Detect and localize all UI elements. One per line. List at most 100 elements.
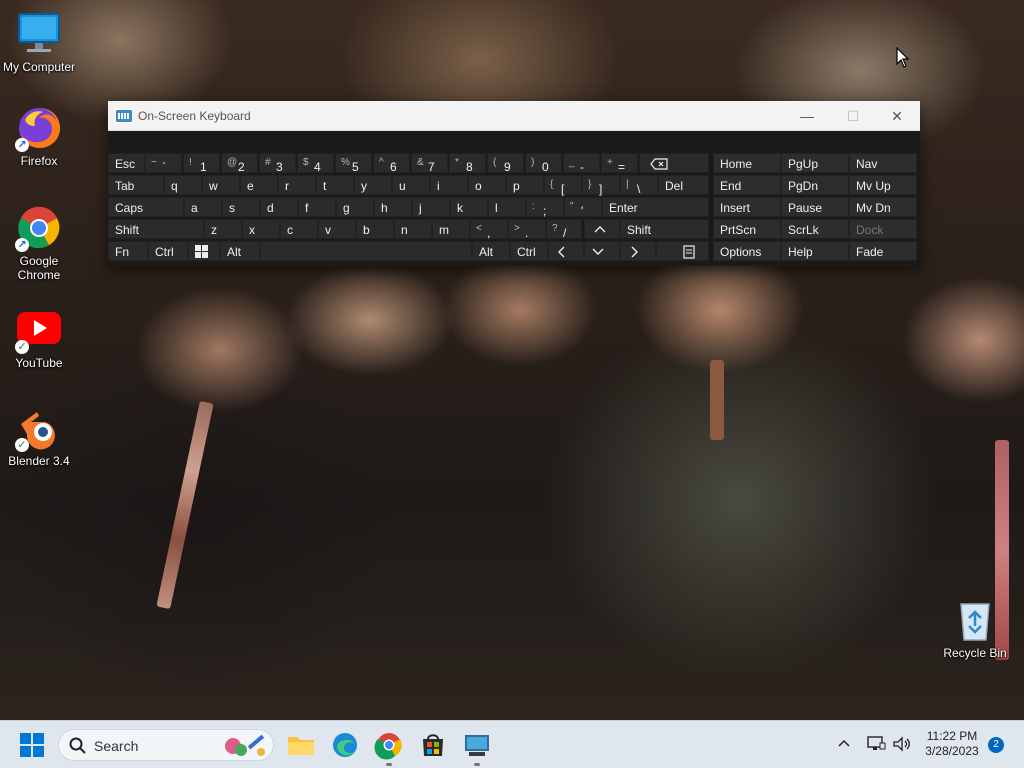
key-row2-0[interactable]: Tab [108, 175, 164, 195]
maximize-button[interactable]: ☐ [830, 101, 876, 131]
nav-key-options[interactable]: Options [713, 241, 781, 261]
key-row3-4[interactable]: f [298, 197, 336, 217]
key-row3-11[interactable]: " ' [564, 197, 602, 218]
key-5[interactable]: $4 [297, 153, 334, 174]
key-1[interactable]: ~ ` [145, 153, 182, 174]
key-row2-7[interactable]: u [392, 175, 430, 195]
key-row2-12[interactable]: }] [582, 175, 620, 196]
desktop-icon-my-computer[interactable]: My Computer [0, 10, 78, 74]
nav-key-end[interactable]: End [713, 175, 781, 195]
key-row2-9[interactable]: o [468, 175, 506, 195]
key-ctrl-right[interactable]: Ctrl [510, 241, 548, 261]
nav-key-pause[interactable]: Pause [781, 197, 849, 217]
key-row4-7[interactable]: m [432, 219, 470, 239]
key-11[interactable]: ) 0 [525, 153, 562, 174]
volume-icon[interactable] [892, 735, 912, 756]
network-icon[interactable] [866, 735, 886, 756]
desktop-icon-google-chrome[interactable]: ↗ Google Chrome [0, 204, 78, 282]
key-backspace[interactable] [639, 153, 709, 173]
close-button[interactable]: ✕ [874, 101, 920, 131]
key-7[interactable]: ^ 6 [373, 153, 410, 174]
taskbar-chrome[interactable] [373, 729, 405, 766]
nav-key-help[interactable]: Help [781, 241, 849, 261]
key-row3-9[interactable]: l [488, 197, 526, 217]
show-hidden-icons-button[interactable] [836, 735, 852, 754]
key-row3-1[interactable]: a [184, 197, 222, 217]
key-row2-5[interactable]: t [316, 175, 354, 195]
nav-key-pgup[interactable]: PgUp [781, 153, 849, 173]
key-row2-4[interactable]: r [278, 175, 316, 195]
key-ctrl-left[interactable]: Ctrl [148, 241, 188, 261]
key-arrow-down[interactable] [584, 241, 620, 261]
key-row4-9[interactable]: >. [508, 219, 546, 240]
key-row4-3[interactable]: c [280, 219, 318, 239]
key-row2-13[interactable]: | \ [620, 175, 658, 196]
key-row3-3[interactable]: d [260, 197, 298, 217]
key-row3-5[interactable]: g [336, 197, 374, 217]
key-row3-10[interactable]: :; [526, 197, 564, 218]
start-button[interactable] [16, 729, 48, 761]
nav-key-home[interactable]: Home [713, 153, 781, 173]
key-row3-12[interactable]: Enter [602, 197, 709, 217]
key-10[interactable]: (9 [487, 153, 524, 174]
key-row3-8[interactable]: k [450, 197, 488, 217]
nav-key-dock[interactable]: Dock [849, 219, 917, 239]
key-alt-right[interactable]: Alt [472, 241, 510, 261]
key-3[interactable]: @2 [221, 153, 258, 174]
desktop-icon-blender[interactable]: ✓ Blender 3.4 [0, 404, 78, 468]
key-row2-1[interactable]: q [164, 175, 202, 195]
key-4[interactable]: #3 [259, 153, 296, 174]
key-windows[interactable] [188, 241, 220, 261]
key-2[interactable]: ! 1 [183, 153, 220, 174]
key-9[interactable]: * 8 [449, 153, 486, 174]
nav-key-fade[interactable]: Fade [849, 241, 917, 261]
key-row2-11[interactable]: {[ [544, 175, 582, 196]
key-row2-14[interactable]: Del [658, 175, 709, 195]
on-screen-keyboard-window[interactable]: On-Screen Keyboard — ☐ ✕ Esc ~ `! 1 @2 #3 $4% 5… [108, 101, 920, 266]
desktop-icon-youtube[interactable]: ✓ YouTube [0, 306, 78, 370]
key-row4-10[interactable]: ? / [546, 219, 582, 240]
taskbar-on-screen-keyboard[interactable] [461, 729, 493, 766]
key-row2-3[interactable]: e [240, 175, 278, 195]
key-row4-4[interactable]: v [318, 219, 356, 239]
nav-key-pgdn[interactable]: PgDn [781, 175, 849, 195]
key-space[interactable] [260, 241, 472, 261]
key-row3-6[interactable]: h [374, 197, 412, 217]
key-12[interactable]: _ - [563, 153, 600, 174]
key-row3-7[interactable]: j [412, 197, 450, 217]
key-row4-8[interactable]: <, [470, 219, 508, 240]
key-row4-6[interactable]: n [394, 219, 432, 239]
taskbar-file-explorer[interactable] [285, 729, 317, 761]
key-6[interactable]: % 5 [335, 153, 372, 174]
key-row2-2[interactable]: w [202, 175, 240, 195]
key-row4-11[interactable]: Shift [620, 219, 709, 239]
desktop-icon-recycle-bin[interactable]: Recycle Bin [936, 596, 1014, 660]
nav-key-mv-dn[interactable]: Mv Dn [849, 197, 917, 217]
key-13[interactable]: + = [601, 153, 638, 174]
key-menu[interactable] [656, 241, 709, 261]
nav-key-prtscn[interactable]: PrtScn [713, 219, 781, 239]
nav-key-nav[interactable]: Nav [849, 153, 917, 173]
desktop-icon-firefox[interactable]: ↗ Firefox [0, 104, 78, 168]
notification-badge[interactable]: 2 [988, 737, 1004, 753]
nav-key-scrlk[interactable]: ScrLk [781, 219, 849, 239]
key-alt-left[interactable]: Alt [220, 241, 260, 261]
key-arrow-right[interactable] [620, 241, 656, 261]
window-titlebar[interactable]: On-Screen Keyboard — ☐ ✕ [108, 101, 920, 131]
key-arrow-left[interactable] [548, 241, 584, 261]
key-row4-1[interactable]: z [204, 219, 242, 239]
key-fn[interactable]: Fn [108, 241, 148, 261]
key-row4-2[interactable]: x [242, 219, 280, 239]
key-0[interactable]: Esc [108, 153, 145, 173]
key-arrow-up[interactable] [584, 219, 620, 239]
clock[interactable]: 11:22 PM 3/28/2023 [920, 729, 984, 759]
taskbar-search-box[interactable]: Search [58, 729, 274, 761]
key-row3-0[interactable]: Caps [108, 197, 184, 217]
taskbar-microsoft-store[interactable] [417, 729, 449, 761]
key-row3-2[interactable]: s [222, 197, 260, 217]
key-row2-6[interactable]: y [354, 175, 392, 195]
key-row2-10[interactable]: p [506, 175, 544, 195]
key-row4-0[interactable]: Shift [108, 219, 204, 239]
key-row4-5[interactable]: b [356, 219, 394, 239]
minimize-button[interactable]: — [784, 101, 830, 131]
